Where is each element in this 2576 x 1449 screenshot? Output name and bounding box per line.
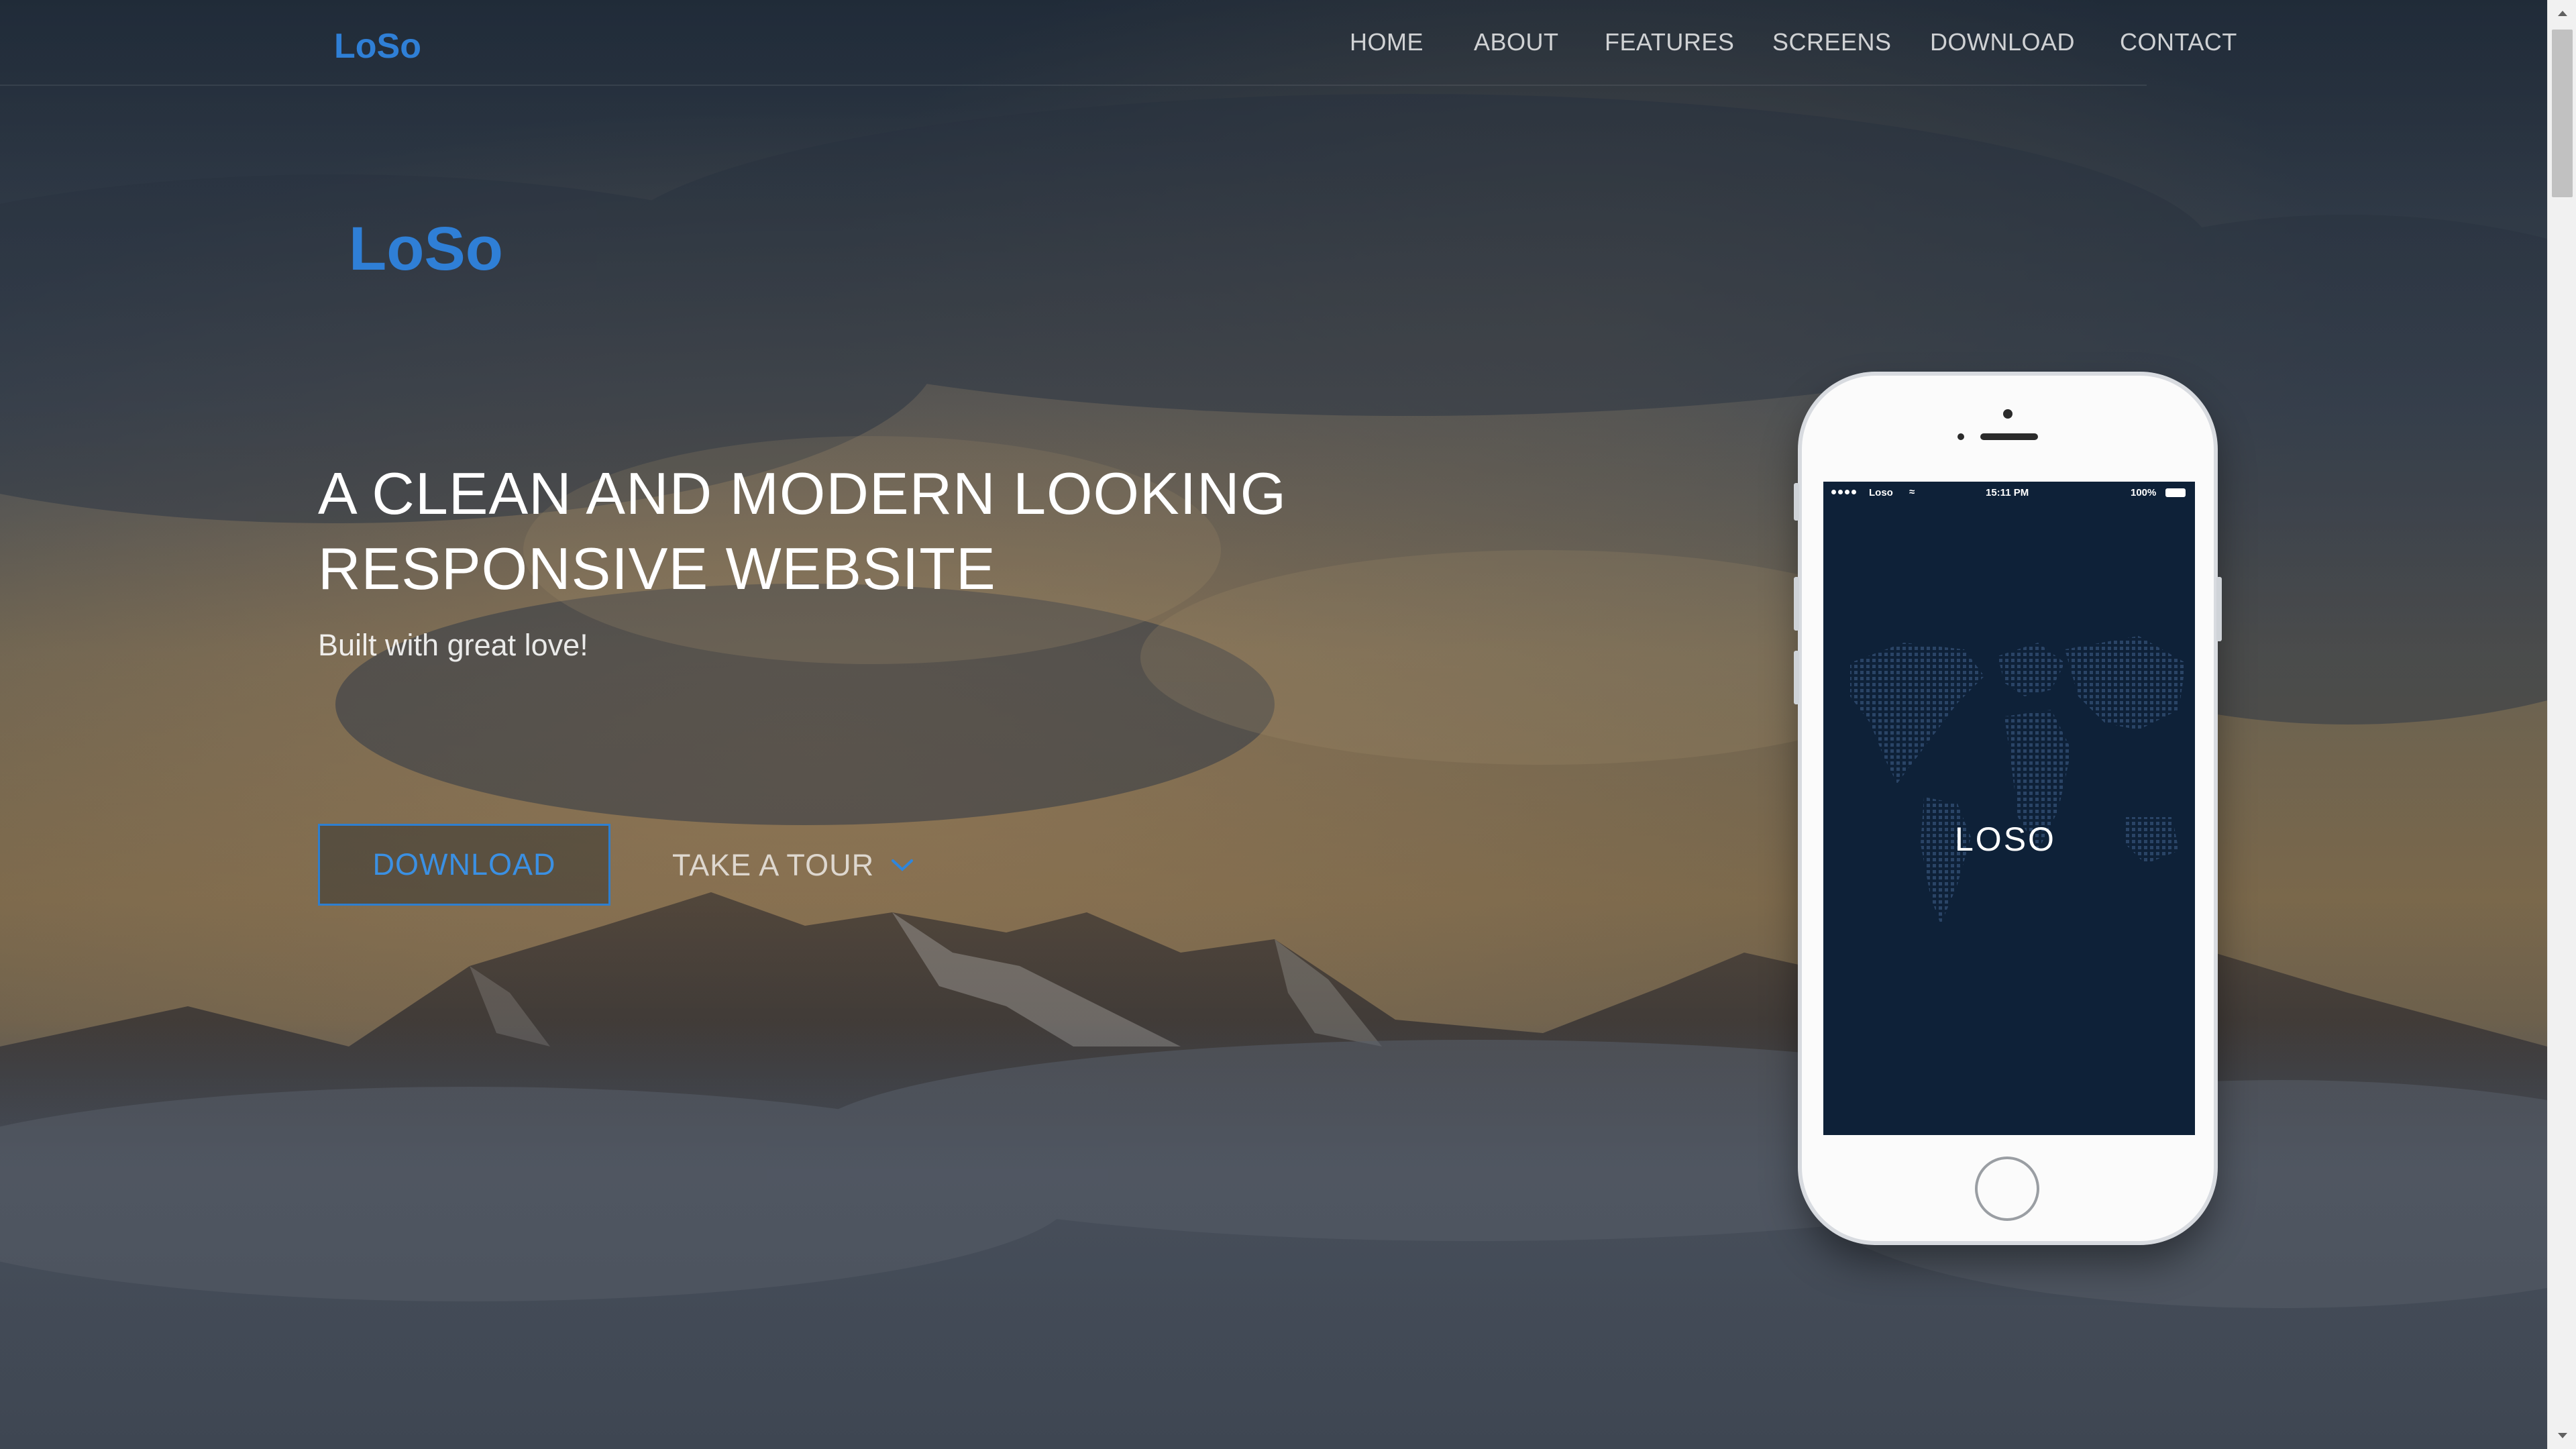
phone-speaker	[1980, 433, 2038, 440]
phone-mockup: Loso ≈ 15:11 PM 100% LOSO	[1794, 376, 2222, 1241]
page-viewport: LoSo HOME ABOUT FEATURES SCREENS DOWNLOA…	[0, 0, 2547, 1449]
phone-app-logo: LOSO	[1955, 820, 2056, 858]
take-a-tour-button[interactable]: TAKE A TOUR	[672, 842, 914, 889]
nav-screens[interactable]: SCREENS	[1772, 25, 1892, 59]
status-time: 15:11 PM	[1986, 487, 2029, 498]
nav-about[interactable]: ABOUT	[1474, 25, 1559, 59]
hero-title-line-1: A CLEAN AND MODERN LOOKING	[318, 460, 1287, 527]
nav-contact[interactable]: CONTACT	[2120, 25, 2237, 59]
logo-link[interactable]: LoSo	[334, 24, 428, 71]
chevron-down-icon	[892, 859, 914, 871]
phone-mute-switch	[1794, 483, 1799, 521]
status-battery-percent: 100%	[2131, 487, 2157, 498]
phone-camera	[2003, 409, 2012, 419]
phone-volume-up	[1794, 577, 1799, 631]
nav-download[interactable]: DOWNLOAD	[1930, 25, 2075, 59]
nav-features[interactable]: FEATURES	[1605, 25, 1734, 59]
scroll-thumb[interactable]	[2552, 30, 2573, 197]
scroll-down-button[interactable]	[2548, 1422, 2576, 1449]
nav-home[interactable]: HOME	[1350, 25, 1424, 59]
hero-subtitle: Built with great love!	[318, 628, 588, 662]
world-map-graphic	[1850, 636, 2186, 924]
hero-logo-text: LoSo	[349, 215, 503, 283]
take-a-tour-label: TAKE A TOUR	[672, 848, 875, 882]
page-scrollbar[interactable]	[2547, 0, 2576, 1449]
status-carrier: Loso	[1869, 487, 1893, 498]
hero-logo: LoSo	[349, 215, 503, 283]
download-button[interactable]: DOWNLOAD	[318, 824, 610, 906]
wifi-icon: ≈	[1909, 486, 1915, 498]
hero-title: A CLEAN AND MODERN LOOKING RESPONSIVE WE…	[318, 456, 1391, 606]
phone-power-button	[2216, 577, 2222, 641]
logo-text: LoSo	[334, 27, 421, 66]
phone-home-button	[1975, 1157, 2039, 1221]
navbar: LoSo HOME ABOUT FEATURES SCREENS DOWNLOA…	[0, 0, 2547, 86]
phone-status-bar: Loso ≈ 15:11 PM 100%	[1823, 482, 2195, 506]
signal-dots-icon	[1831, 490, 1856, 494]
navbar-divider	[0, 85, 2147, 86]
phone-sensor	[1957, 433, 1964, 440]
battery-icon	[2165, 488, 2186, 497]
phone-volume-down	[1794, 651, 1799, 704]
phone-logo-text: LOSO	[1955, 820, 2056, 858]
scroll-up-button[interactable]	[2548, 0, 2576, 27]
arrow-up-icon	[2557, 11, 2567, 16]
hero-title-line-2: RESPONSIVE WEBSITE	[318, 535, 996, 602]
phone-screen: Loso ≈ 15:11 PM 100% LOSO	[1823, 482, 2195, 1135]
arrow-down-icon	[2557, 1433, 2567, 1438]
